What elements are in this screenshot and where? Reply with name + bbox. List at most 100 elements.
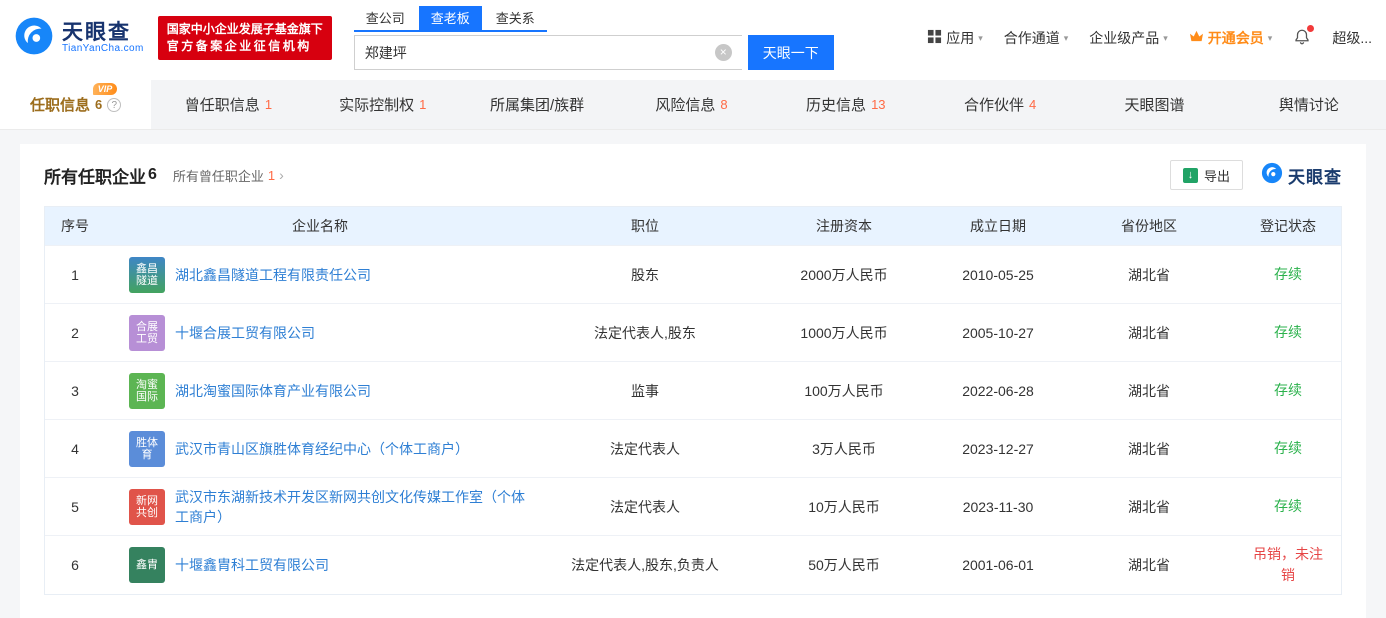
tab-history[interactable]: 历史信息 13 <box>769 80 923 129</box>
cell-company: 合展 工贸 十堰合展工贸有限公司 <box>105 304 535 361</box>
cell-index: 6 <box>45 536 105 594</box>
logo-text: 育 <box>142 449 153 461</box>
logo-text: 工贸 <box>136 333 158 345</box>
header-status: 登记状态 <box>1235 207 1341 245</box>
chevron-down-icon: ▾ <box>978 33 983 44</box>
cell-province: 湖北省 <box>1063 304 1235 361</box>
tianyancha-logo-icon <box>1261 162 1283 189</box>
company-link[interactable]: 湖北鑫昌隧道工程有限责任公司 <box>175 265 371 285</box>
cell-capital: 1000万人民币 <box>755 304 933 361</box>
cell-index: 4 <box>45 420 105 477</box>
cell-capital: 3万人民币 <box>755 420 933 477</box>
cell-capital: 2000万人民币 <box>755 246 933 303</box>
header-province: 省份地区 <box>1063 207 1235 245</box>
tab-label: 舆情讨论 <box>1279 94 1339 115</box>
header-company: 企业名称 <box>105 207 535 245</box>
help-icon[interactable]: ? <box>107 98 121 112</box>
company-link[interactable]: 湖北淘蜜国际体育产业有限公司 <box>175 381 371 401</box>
cell-status: 存续 <box>1235 420 1341 477</box>
cell-company: 鑫胄 十堰鑫胄科工贸有限公司 <box>105 536 535 594</box>
export-button[interactable]: ↓ 导出 <box>1170 160 1243 190</box>
status-badge: 吊销，未注销 <box>1248 544 1328 586</box>
cell-company: 淘蜜 国际 湖北淘蜜国际体育产业有限公司 <box>105 362 535 419</box>
search-input[interactable] <box>354 35 742 70</box>
table-row: 2 合展 工贸 十堰合展工贸有限公司 法定代表人,股东 1000万人民币 200… <box>45 303 1341 361</box>
nav-open-member[interactable]: 开通会员 ▾ <box>1189 28 1273 48</box>
cell-position: 法定代表人,股东 <box>535 304 755 361</box>
tab-label: 所属集团/族群 <box>490 94 584 115</box>
nav-member-label: 开通会员 <box>1208 28 1264 48</box>
company-link[interactable]: 十堰合展工贸有限公司 <box>175 323 315 343</box>
company-link[interactable]: 十堰鑫胄科工贸有限公司 <box>175 555 329 575</box>
nav-enterprise[interactable]: 企业级产品 ▾ <box>1089 28 1168 48</box>
search-tab-relation[interactable]: 查关系 <box>484 6 547 30</box>
search-tab-company[interactable]: 查公司 <box>354 6 417 30</box>
header-date: 成立日期 <box>933 207 1063 245</box>
cell-province: 湖北省 <box>1063 362 1235 419</box>
company-link[interactable]: 武汉市东湖新技术开发区新网共创文化传媒工作室（个体工商户） <box>175 487 525 527</box>
section-title: 所有任职企业 <box>44 163 146 188</box>
positions-table: 序号 企业名称 职位 注册资本 成立日期 省份地区 登记状态 1 鑫昌 隧道 湖… <box>44 206 1342 595</box>
nav-cooperation[interactable]: 合作通道 ▾ <box>1004 28 1069 48</box>
chevron-down-icon: ▾ <box>1163 33 1168 44</box>
company-link[interactable]: 武汉市青山区旗胜体育经纪中心（个体工商户） <box>175 439 469 459</box>
company-logo: 鑫昌 隧道 <box>129 257 165 293</box>
cell-capital: 50万人民币 <box>755 536 933 594</box>
certification-badge: 国家中小企业发展子基金旗下 官方备案企业征信机构 <box>158 16 332 60</box>
tab-sentiment[interactable]: 舆情讨论 <box>1232 80 1386 129</box>
status-badge: 存续 <box>1274 496 1302 517</box>
tab-graph[interactable]: 天眼图谱 <box>1077 80 1231 129</box>
brand-name: 天眼查 <box>62 22 144 44</box>
tab-count: 1 <box>265 97 272 112</box>
logo-text: 鑫胄 <box>136 559 158 571</box>
tab-count: 6 <box>95 97 102 112</box>
tab-count: 13 <box>871 97 885 112</box>
former-companies-count: 1 <box>268 168 275 183</box>
search-tab-boss[interactable]: 查老板 <box>419 6 482 30</box>
header-index: 序号 <box>45 207 105 245</box>
table-header: 序号 企业名称 职位 注册资本 成立日期 省份地区 登记状态 <box>45 207 1341 245</box>
cell-position: 股东 <box>535 246 755 303</box>
company-logo: 胜体 育 <box>129 431 165 467</box>
logo-text: 鑫昌 <box>136 263 158 275</box>
section-header: 所有任职企业 6 所有曾任职企业 1 › ↓ 导出 天眼查 <box>44 160 1342 190</box>
notification-dot <box>1307 25 1314 32</box>
table-row: 1 鑫昌 隧道 湖北鑫昌隧道工程有限责任公司 股东 2000万人民币 2010-… <box>45 245 1341 303</box>
tab-label: 合作伙伴 <box>964 94 1024 115</box>
site-logo[interactable]: 天眼查 TianYanCha.com <box>14 16 144 61</box>
tab-group[interactable]: 所属集团/族群 <box>460 80 614 129</box>
tab-positions[interactable]: VIP 任职信息 6 ? <box>0 80 151 129</box>
grid-icon <box>927 29 942 47</box>
tab-partners[interactable]: 合作伙伴 4 <box>923 80 1077 129</box>
cell-capital: 100万人民币 <box>755 362 933 419</box>
tab-former-positions[interactable]: 曾任职信息 1 <box>151 80 305 129</box>
cell-date: 2023-11-30 <box>933 478 1063 535</box>
tab-label: 任职信息 <box>30 94 90 115</box>
cell-capital: 10万人民币 <box>755 478 933 535</box>
logo-text: 共创 <box>136 507 158 519</box>
status-badge: 存续 <box>1274 438 1302 459</box>
cell-position: 法定代表人,股东,负责人 <box>535 536 755 594</box>
top-nav: 应用 ▾ 合作通道 ▾ 企业级产品 ▾ 开通会员 ▾ 超级... <box>927 28 1372 49</box>
chevron-down-icon: ▾ <box>1268 33 1273 44</box>
cell-company: 胜体 育 武汉市青山区旗胜体育经纪中心（个体工商户） <box>105 420 535 477</box>
search-button[interactable]: 天眼一下 <box>748 35 834 70</box>
cell-position: 法定代表人 <box>535 478 755 535</box>
nav-super[interactable]: 超级... <box>1332 28 1372 48</box>
vip-badge: VIP <box>93 83 118 95</box>
clear-icon[interactable]: × <box>715 44 732 61</box>
cell-index: 3 <box>45 362 105 419</box>
tab-risk[interactable]: 风险信息 8 <box>614 80 768 129</box>
cell-position: 法定代表人 <box>535 420 755 477</box>
tab-label: 历史信息 <box>806 94 866 115</box>
nav-apps[interactable]: 应用 ▾ <box>927 28 983 48</box>
certification-line1: 国家中小企业发展子基金旗下 <box>167 21 323 38</box>
cell-date: 2023-12-27 <box>933 420 1063 477</box>
crown-icon <box>1189 30 1204 46</box>
former-companies-link[interactable]: 所有曾任职企业 1 › <box>173 166 284 185</box>
tab-actual-control[interactable]: 实际控制权 1 <box>306 80 460 129</box>
search-area: 查公司 查老板 查关系 × 天眼一下 <box>354 6 834 70</box>
notification-bell[interactable] <box>1293 28 1311 49</box>
tab-label: 实际控制权 <box>339 94 414 115</box>
cell-company: 新网 共创 武汉市东湖新技术开发区新网共创文化传媒工作室（个体工商户） <box>105 478 535 535</box>
